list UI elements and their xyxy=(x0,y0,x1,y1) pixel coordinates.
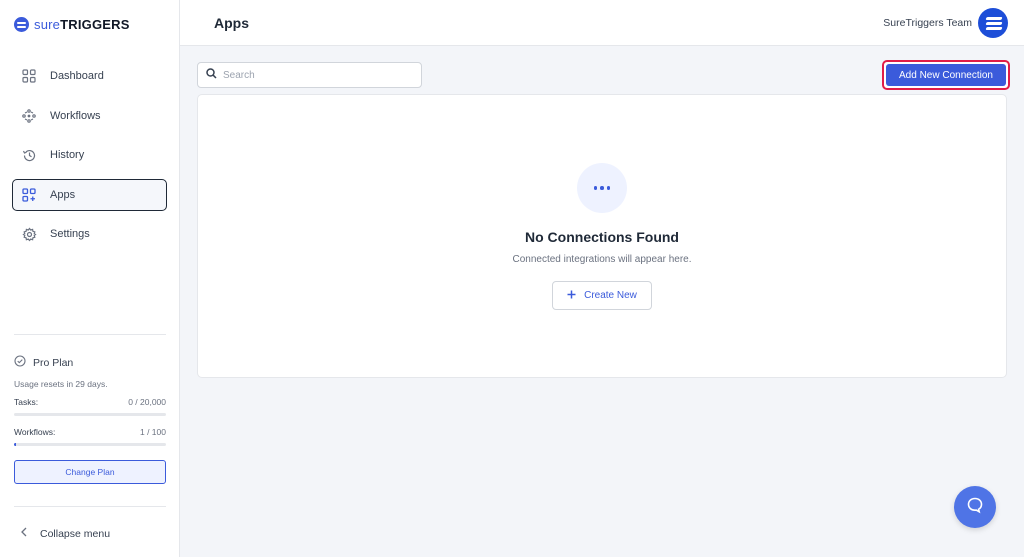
plan-title: Pro Plan xyxy=(14,355,166,370)
chevron-left-icon xyxy=(20,527,28,540)
sidebar-item-history[interactable]: History xyxy=(12,139,167,171)
sidebar: sureTRIGGERS Dashboard Workflows History… xyxy=(0,0,180,557)
user-name: SureTriggers Team xyxy=(883,17,972,29)
tasks-usage-row: Tasks: 0 / 20,000 xyxy=(14,397,166,407)
create-new-label: Create New xyxy=(584,290,637,301)
tasks-progress-bar xyxy=(14,413,166,416)
sidebar-item-workflows[interactable]: Workflows xyxy=(12,100,167,132)
grid-icon xyxy=(21,68,37,84)
logo[interactable]: sureTRIGGERS xyxy=(14,17,130,32)
collapse-menu-label: Collapse menu xyxy=(40,527,111,540)
history-icon xyxy=(21,147,37,163)
user-menu[interactable]: SureTriggers Team xyxy=(883,8,1008,38)
empty-state-subtitle: Connected integrations will appear here. xyxy=(512,254,692,265)
logo-prefix: sure xyxy=(34,17,61,32)
workflows-usage-row: Workflows: 1 / 100 xyxy=(14,427,166,437)
logo-text: sureTRIGGERS xyxy=(34,17,130,32)
add-new-connection-button[interactable]: Add New Connection xyxy=(882,60,1010,90)
plan-panel: Pro Plan Usage resets in 29 days. Tasks:… xyxy=(14,334,166,484)
workflows-value: 1 / 100 xyxy=(140,427,166,437)
top-header: Apps SureTriggers Team xyxy=(180,0,1024,46)
collapse-menu-button[interactable]: Collapse menu xyxy=(14,506,166,540)
add-new-connection-label: Add New Connection xyxy=(886,64,1006,86)
sidebar-item-label: Apps xyxy=(50,188,76,201)
logo-icon xyxy=(14,17,29,32)
chat-bubble-icon xyxy=(966,496,984,519)
search-icon xyxy=(206,66,217,84)
more-dots-icon xyxy=(577,163,627,213)
plan-name: Pro Plan xyxy=(33,356,74,369)
sidebar-item-apps[interactable]: Apps xyxy=(12,178,167,211)
page-title: Apps xyxy=(214,15,249,31)
sidebar-item-label: Workflows xyxy=(50,109,101,122)
logo-suffix: TRIGGERS xyxy=(60,17,130,32)
search-input[interactable] xyxy=(223,69,413,81)
change-plan-button[interactable]: Change Plan xyxy=(14,460,166,484)
gear-icon xyxy=(21,226,37,242)
workflows-progress-fill xyxy=(14,443,16,446)
tasks-label: Tasks: xyxy=(14,397,39,407)
help-chat-button[interactable] xyxy=(954,486,996,528)
tasks-value: 0 / 20,000 xyxy=(128,397,166,407)
sidebar-item-label: Dashboard xyxy=(50,70,104,82)
search-box[interactable] xyxy=(197,62,422,88)
workflow-icon xyxy=(21,108,37,124)
usage-reset-text: Usage resets in 29 days. xyxy=(14,379,108,389)
connections-panel: No Connections Found Connected integrati… xyxy=(197,94,1007,378)
sidebar-nav: Dashboard Workflows History Apps Setting… xyxy=(12,60,167,258)
avatar[interactable] xyxy=(978,8,1008,38)
empty-state-title: No Connections Found xyxy=(525,229,679,245)
sidebar-item-dashboard[interactable]: Dashboard xyxy=(12,60,167,92)
create-new-button[interactable]: Create New xyxy=(552,281,652,310)
sidebar-item-settings[interactable]: Settings xyxy=(12,218,167,250)
workflows-label: Workflows: xyxy=(14,427,56,437)
sidebar-item-label: History xyxy=(50,149,85,161)
apps-icon xyxy=(21,187,37,203)
check-circle-icon xyxy=(14,355,26,370)
plus-icon xyxy=(567,290,576,302)
workflows-progress-bar xyxy=(14,443,166,446)
sidebar-item-label: Settings xyxy=(50,228,90,240)
